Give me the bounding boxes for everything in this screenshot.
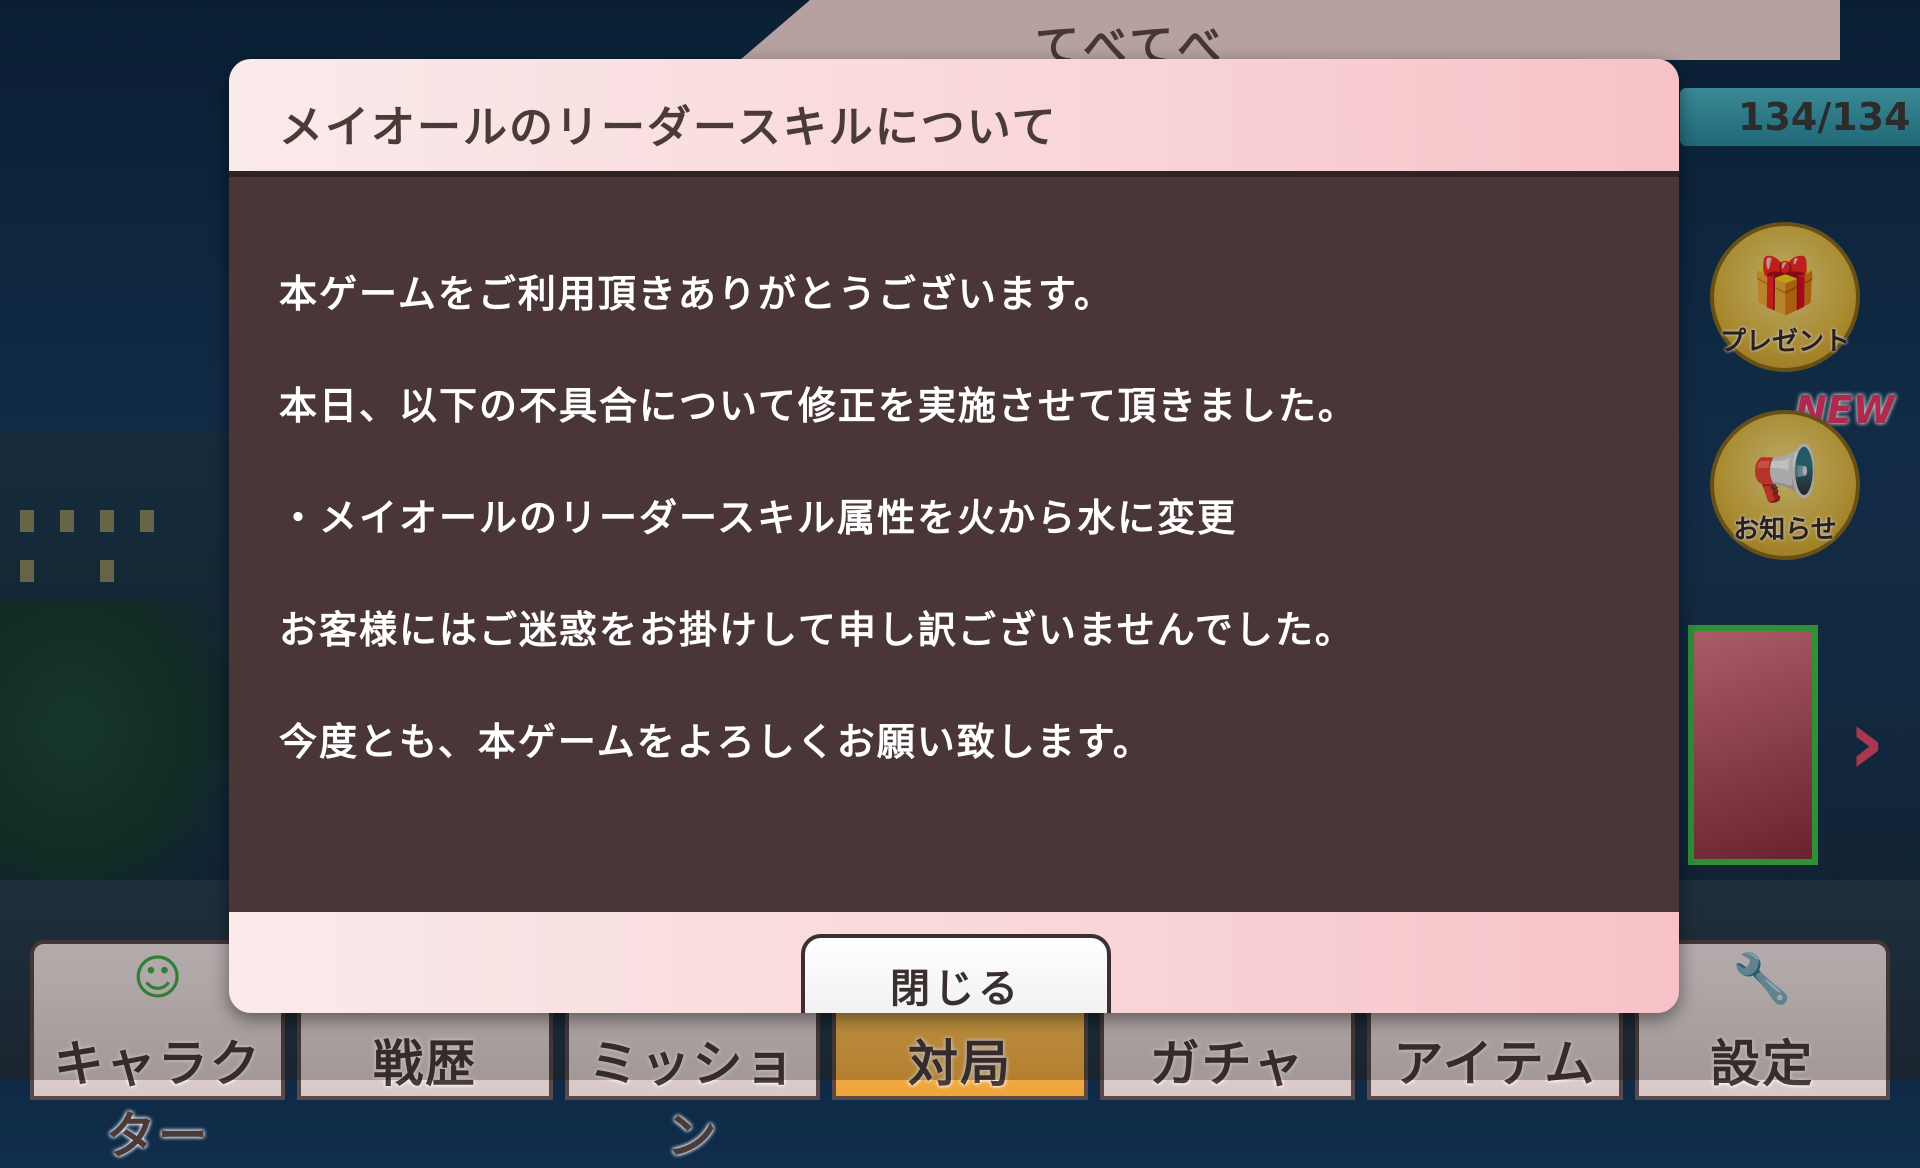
dialog-body: 本ゲームをご利用頂きありがとうございます。 本日、以下の不具合について修正を実施… (229, 177, 1679, 912)
dialog-header: メイオールのリーダースキルについて (229, 59, 1679, 177)
dialog-line: お客様にはご迷惑をお掛けして申し訳ございませんでした。 (279, 608, 1355, 652)
dialog-line: 今度とも、本ゲームをよろしくお願い致します。 (279, 720, 1153, 764)
dialog-title: メイオールのリーダースキルについて (279, 102, 1058, 153)
notice-dialog: メイオールのリーダースキルについて 本ゲームをご利用頂きありがとうございます。 … (229, 59, 1679, 1013)
dialog-line: 本日、以下の不具合について修正を実施させて頂きました。 (279, 384, 1358, 428)
close-button[interactable]: 閉じる (801, 934, 1111, 1013)
dialog-line: ・メイオールのリーダースキル属性を火から水に変更 (279, 496, 1238, 540)
dialog-line: 本ゲームをご利用頂きありがとうございます。 (279, 272, 1115, 316)
dialog-footer: 閉じる (229, 912, 1679, 1013)
